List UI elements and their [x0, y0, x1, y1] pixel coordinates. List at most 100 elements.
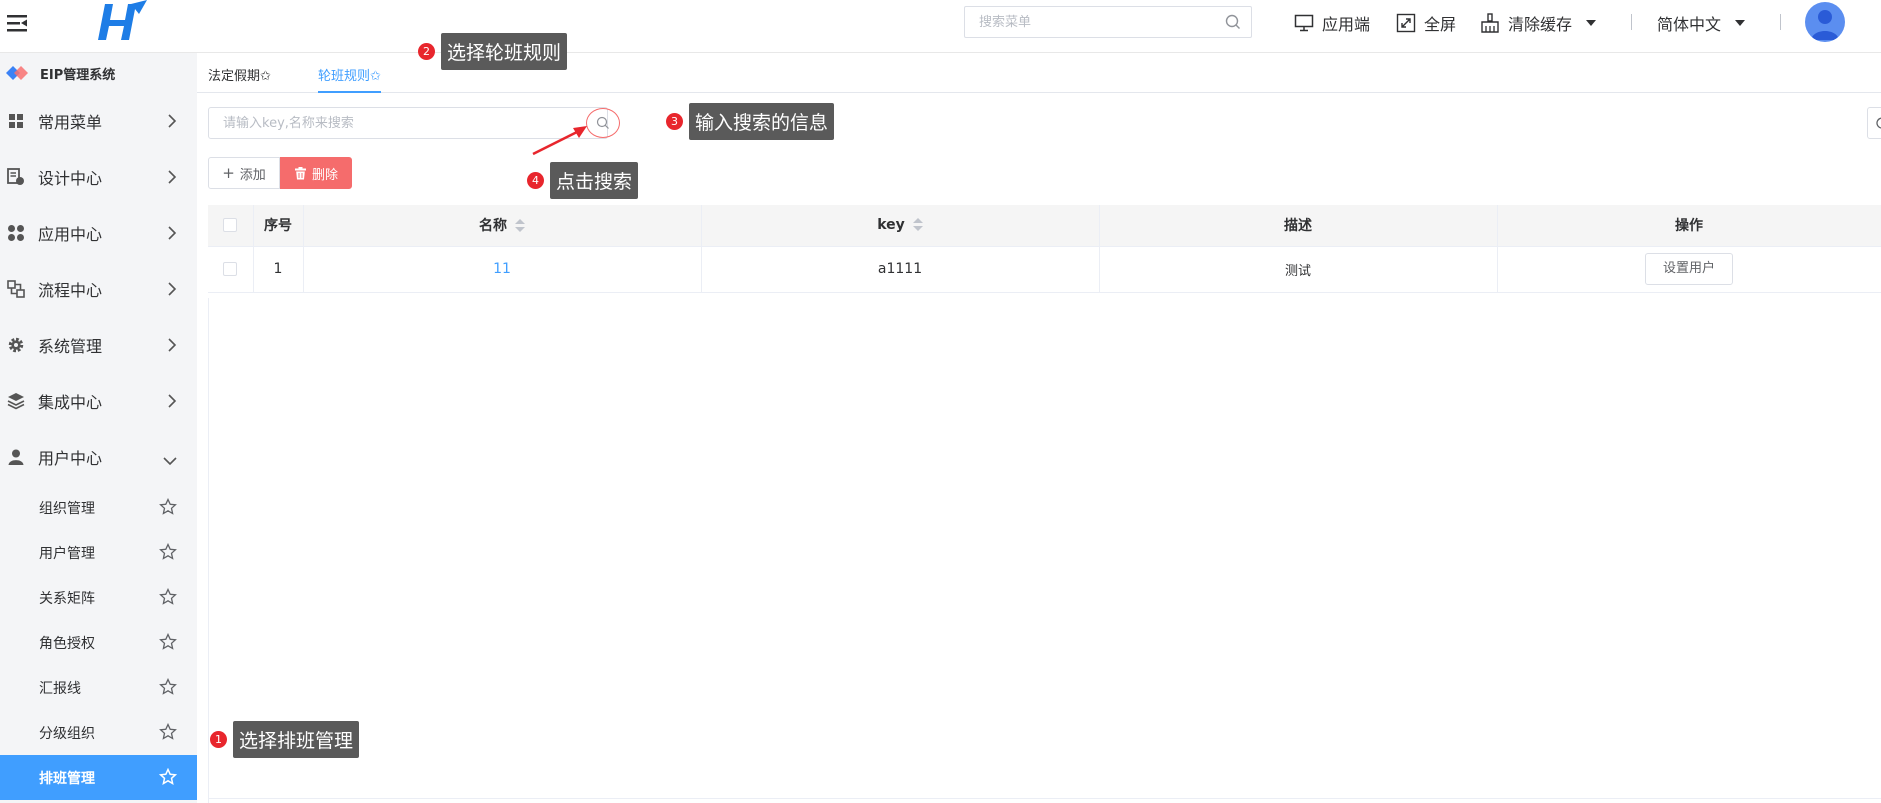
column-header-name-label: 名称 — [479, 218, 507, 235]
star-icon[interactable] — [159, 587, 177, 610]
sidebar-subitem-label: 汇报线 — [39, 680, 81, 697]
monitor-icon — [1294, 14, 1314, 32]
annotation-step-4: 4 点击搜索 — [527, 162, 639, 199]
chevron-right-icon — [167, 393, 177, 412]
row-select-cell — [208, 246, 254, 293]
flow-icon — [6, 279, 26, 299]
row-name-cell: 11 — [303, 246, 702, 293]
sidebar-subitem-label: 分级组织 — [39, 725, 95, 742]
sidebar-subitem-shift-management[interactable]: 排班管理 — [0, 755, 197, 800]
main-content: 法定假期✩ 轮班规则✩ + 添加 删除 序号 名称 key 描述 操作 — [197, 53, 1881, 803]
app-client-button[interactable]: 应用端 — [1294, 10, 1370, 36]
sidebar-subitem-label: 关系矩阵 — [39, 590, 95, 607]
add-button-label: 添加 — [239, 167, 266, 183]
annotation-text: 输入搜索的信息 — [689, 103, 835, 140]
search-icon[interactable] — [1225, 14, 1241, 34]
menu-search-input[interactable] — [965, 7, 1205, 37]
fullscreen-button[interactable]: 全屏 — [1396, 10, 1456, 36]
sidebar-item-integration-center[interactable]: 集成中心 — [0, 373, 197, 429]
app-client-label: 应用端 — [1322, 15, 1371, 34]
star-icon[interactable] — [159, 632, 177, 655]
rule-search-input[interactable] — [209, 108, 559, 138]
sidebar-item-label: 常用菜单 — [38, 113, 103, 132]
annotation-step-3: 3 输入搜索的信息 — [666, 103, 835, 140]
broom-icon — [1481, 13, 1499, 33]
brand-title: EIP管理系统 — [40, 67, 116, 83]
add-button[interactable]: + 添加 — [208, 157, 280, 189]
sort-icon[interactable] — [515, 219, 525, 233]
annotation-number: 1 — [210, 731, 227, 748]
content-border — [208, 798, 1881, 799]
select-all-cell — [208, 205, 254, 247]
column-header-desc: 描述 — [1099, 205, 1498, 247]
search-icon — [596, 116, 609, 129]
sidebar-subitem-org-management[interactable]: 组织管理 — [0, 485, 197, 530]
avatar[interactable] — [1805, 2, 1845, 42]
sidebar-item-label: 应用中心 — [38, 225, 103, 244]
language-select[interactable]: 简体中文 — [1657, 10, 1746, 36]
star-icon[interactable] — [158, 767, 178, 790]
row-checkbox[interactable] — [223, 262, 238, 276]
tab-statutory-holidays[interactable]: 法定假期✩ — [208, 65, 271, 93]
content-border — [208, 298, 209, 803]
annotation-number: 4 — [527, 172, 544, 189]
star-icon[interactable] — [159, 722, 177, 745]
sidebar-item-design-center[interactable]: 设计中心 — [0, 149, 197, 205]
chevron-right-icon — [167, 225, 177, 244]
user-icon — [6, 447, 26, 467]
sidebar-item-system-management[interactable]: 系统管理 — [0, 317, 197, 373]
select-all-checkbox[interactable] — [223, 218, 238, 233]
sidebar-item-label: 用户中心 — [38, 449, 103, 468]
chevron-right-icon — [167, 169, 177, 188]
divider — [1631, 14, 1632, 30]
column-header-name[interactable]: 名称 — [303, 205, 702, 247]
fullscreen-label: 全屏 — [1424, 15, 1457, 34]
chevron-right-icon — [167, 281, 177, 300]
star-icon[interactable] — [159, 497, 177, 520]
set-users-button[interactable]: 设置用户 — [1645, 253, 1733, 285]
row-name-link[interactable]: 11 — [493, 261, 511, 277]
row-ops-cell: 设置用户 — [1497, 246, 1881, 293]
column-header-key[interactable]: key — [701, 205, 1100, 247]
clear-cache-button[interactable]: 清除缓存 — [1480, 10, 1597, 36]
grid-icon — [6, 111, 26, 131]
sidebar-item-user-center[interactable]: 用户中心 — [0, 429, 197, 485]
sidebar-subitem-role-authorization[interactable]: 角色授权 — [0, 620, 197, 665]
language-label: 简体中文 — [1657, 15, 1722, 34]
annotation-step-1: 1 选择排班管理 — [210, 721, 360, 758]
delete-button[interactable]: 删除 — [280, 157, 352, 189]
sidebar-subitem-label: 角色授权 — [39, 635, 95, 652]
sidebar-item-app-center[interactable]: 应用中心 — [0, 205, 197, 261]
sidebar-subitem-report-line[interactable]: 汇报线 — [0, 665, 197, 710]
menu-toggle-icon[interactable] — [5, 12, 31, 34]
table-row: 1 11 a1111 测试 设置用户 — [208, 246, 1881, 293]
star-icon[interactable] — [159, 677, 177, 700]
row-desc: 测试 — [1099, 246, 1498, 293]
menu-search[interactable] — [964, 6, 1252, 38]
annotation-text: 选择轮班规则 — [441, 33, 568, 70]
sidebar-item-label: 系统管理 — [38, 337, 103, 356]
fullscreen-icon — [1396, 13, 1416, 33]
clear-cache-label: 清除缓存 — [1508, 15, 1573, 34]
chevron-right-icon — [167, 337, 177, 356]
tab-shift-rules[interactable]: 轮班规则✩ — [318, 65, 381, 93]
row-index: 1 — [253, 246, 304, 293]
sort-icon[interactable] — [912, 218, 923, 232]
sidebar-item-common-menu[interactable]: 常用菜单 — [0, 93, 197, 149]
refresh-button[interactable] — [1867, 107, 1881, 139]
refresh-icon — [1876, 117, 1881, 129]
annotation-number: 3 — [666, 113, 683, 130]
table-header-row: 序号 名称 key 描述 操作 — [208, 205, 1881, 247]
chevron-right-icon — [167, 113, 177, 132]
brand-logo-icon — [6, 66, 28, 80]
star-icon[interactable] — [159, 542, 177, 565]
gear-icon — [6, 335, 26, 355]
sidebar-subitem-user-management[interactable]: 用户管理 — [0, 530, 197, 575]
sidebar-subitem-label: 用户管理 — [39, 545, 95, 562]
row-key: a1111 — [701, 246, 1100, 293]
sidebar-subitem-hierarchical-org[interactable]: 分级组织 — [0, 710, 197, 755]
sidebar-subitem-relation-matrix[interactable]: 关系矩阵 — [0, 575, 197, 620]
sidebar-item-process-center[interactable]: 流程中心 — [0, 261, 197, 317]
sidebar-subitem-label: 组织管理 — [39, 500, 95, 517]
divider — [1780, 14, 1781, 30]
